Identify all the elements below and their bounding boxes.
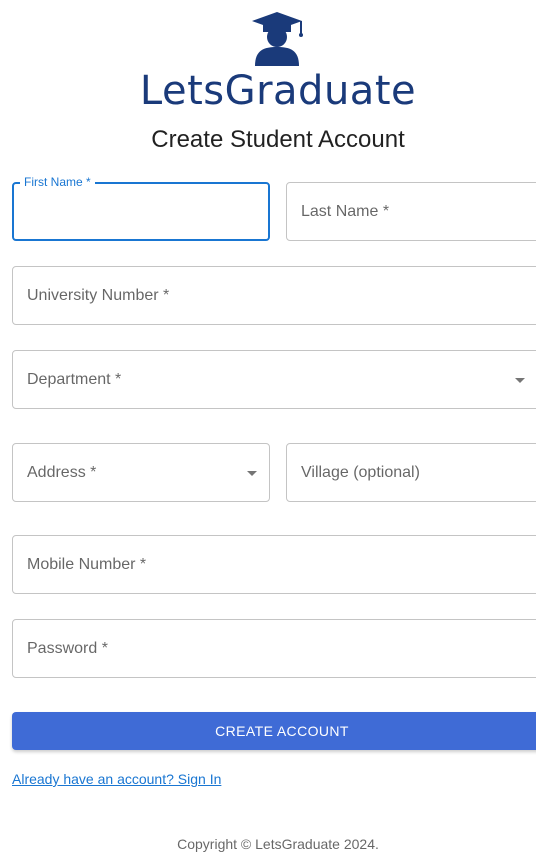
address-select[interactable]: Address *: [12, 443, 270, 502]
graduate-cap-person-icon: [252, 12, 303, 66]
first-name-label: First Name *: [20, 175, 95, 189]
university-number-label: University Number *: [27, 286, 170, 304]
address-label: Address *: [27, 463, 97, 481]
password-field[interactable]: Password *: [12, 619, 536, 678]
chevron-down-icon[interactable]: [247, 470, 257, 476]
village-label: Village (optional): [301, 463, 420, 481]
first-name-field[interactable]: [12, 182, 270, 241]
department-label: Department *: [27, 370, 122, 388]
password-label: Password *: [27, 639, 108, 657]
department-select[interactable]: Department *: [12, 350, 536, 409]
page-title: Create Student Account: [151, 126, 405, 153]
copyright-text: Copyright © LetsGraduate 2024.: [177, 836, 379, 852]
mobile-number-label: Mobile Number *: [27, 555, 147, 573]
sign-in-link[interactable]: Already have an account? Sign In: [12, 771, 221, 787]
last-name-field[interactable]: Last Name *: [286, 182, 536, 241]
last-name-label: Last Name *: [301, 202, 390, 220]
village-field[interactable]: Village (optional): [286, 443, 536, 502]
brand-name: LetsGraduate: [139, 68, 417, 114]
university-number-field[interactable]: University Number *: [12, 266, 536, 325]
chevron-down-icon[interactable]: [515, 377, 525, 383]
mobile-number-field[interactable]: Mobile Number *: [12, 535, 536, 594]
create-account-button[interactable]: CREATE ACCOUNT: [12, 712, 536, 750]
